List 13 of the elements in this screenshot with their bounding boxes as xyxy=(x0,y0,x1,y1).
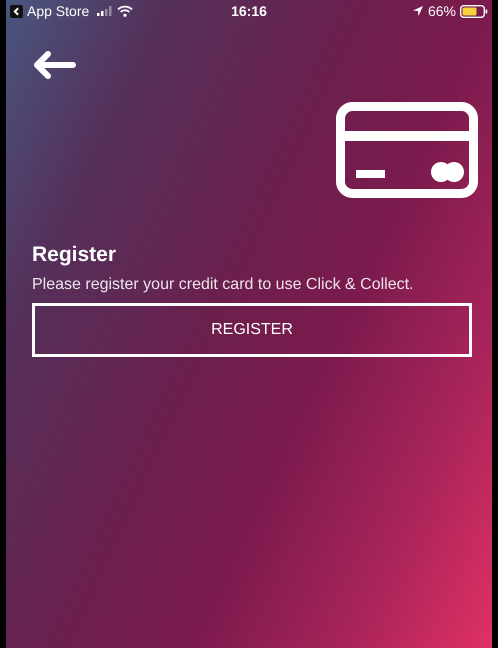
signal-icon xyxy=(97,6,114,16)
clock-time: 16:16 xyxy=(231,3,267,19)
location-icon xyxy=(412,5,424,17)
back-app-label[interactable]: App Store xyxy=(27,3,90,19)
wifi-icon xyxy=(117,5,134,17)
register-button[interactable]: REGISTER xyxy=(32,303,472,357)
credit-card-icon xyxy=(336,102,478,198)
back-arrow-icon[interactable] xyxy=(32,50,76,80)
battery-percent: 66% xyxy=(428,3,456,19)
back-app-icon[interactable] xyxy=(10,4,23,18)
section-description: Please register your credit card to use Click & Collect. xyxy=(32,276,414,294)
section-title: Register xyxy=(32,242,118,268)
battery-icon xyxy=(460,4,488,18)
